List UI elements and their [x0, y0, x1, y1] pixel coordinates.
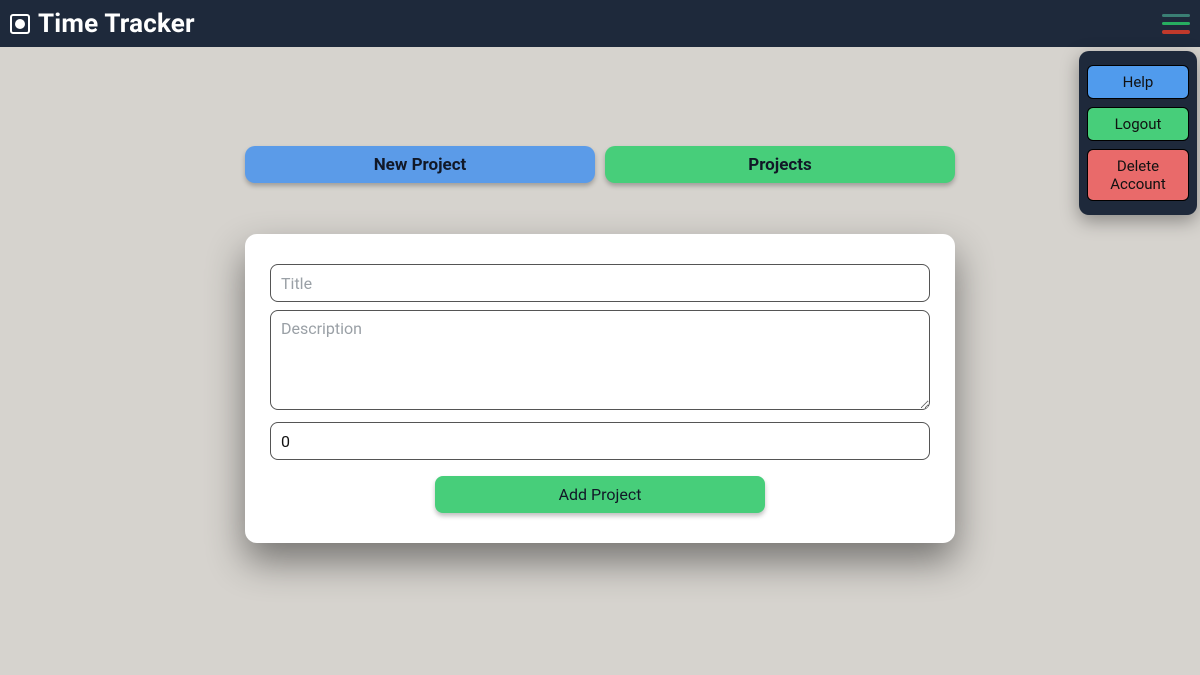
hamburger-menu-icon[interactable] [1162, 13, 1190, 35]
new-project-card: Add Project [245, 234, 955, 543]
user-menu-dropdown: Help Logout Delete Account [1079, 51, 1197, 215]
add-project-button[interactable]: Add Project [435, 476, 765, 513]
tab-projects[interactable]: Projects [605, 146, 955, 183]
help-button[interactable]: Help [1087, 65, 1189, 99]
tab-new-project[interactable]: New Project [245, 146, 595, 183]
main-tabs: New Project Projects [0, 146, 1200, 183]
project-description-input[interactable] [270, 310, 930, 410]
app-header: Time Tracker [0, 0, 1200, 47]
stopwatch-icon [10, 14, 30, 34]
delete-account-button[interactable]: Delete Account [1087, 149, 1189, 201]
submit-wrap: Add Project [270, 476, 930, 513]
project-title-input[interactable] [270, 264, 930, 302]
app-title: Time Tracker [38, 9, 195, 39]
brand: Time Tracker [10, 9, 195, 39]
stopwatch-icon-inner [15, 19, 25, 29]
project-time-input[interactable] [270, 422, 930, 460]
logout-button[interactable]: Logout [1087, 107, 1189, 141]
